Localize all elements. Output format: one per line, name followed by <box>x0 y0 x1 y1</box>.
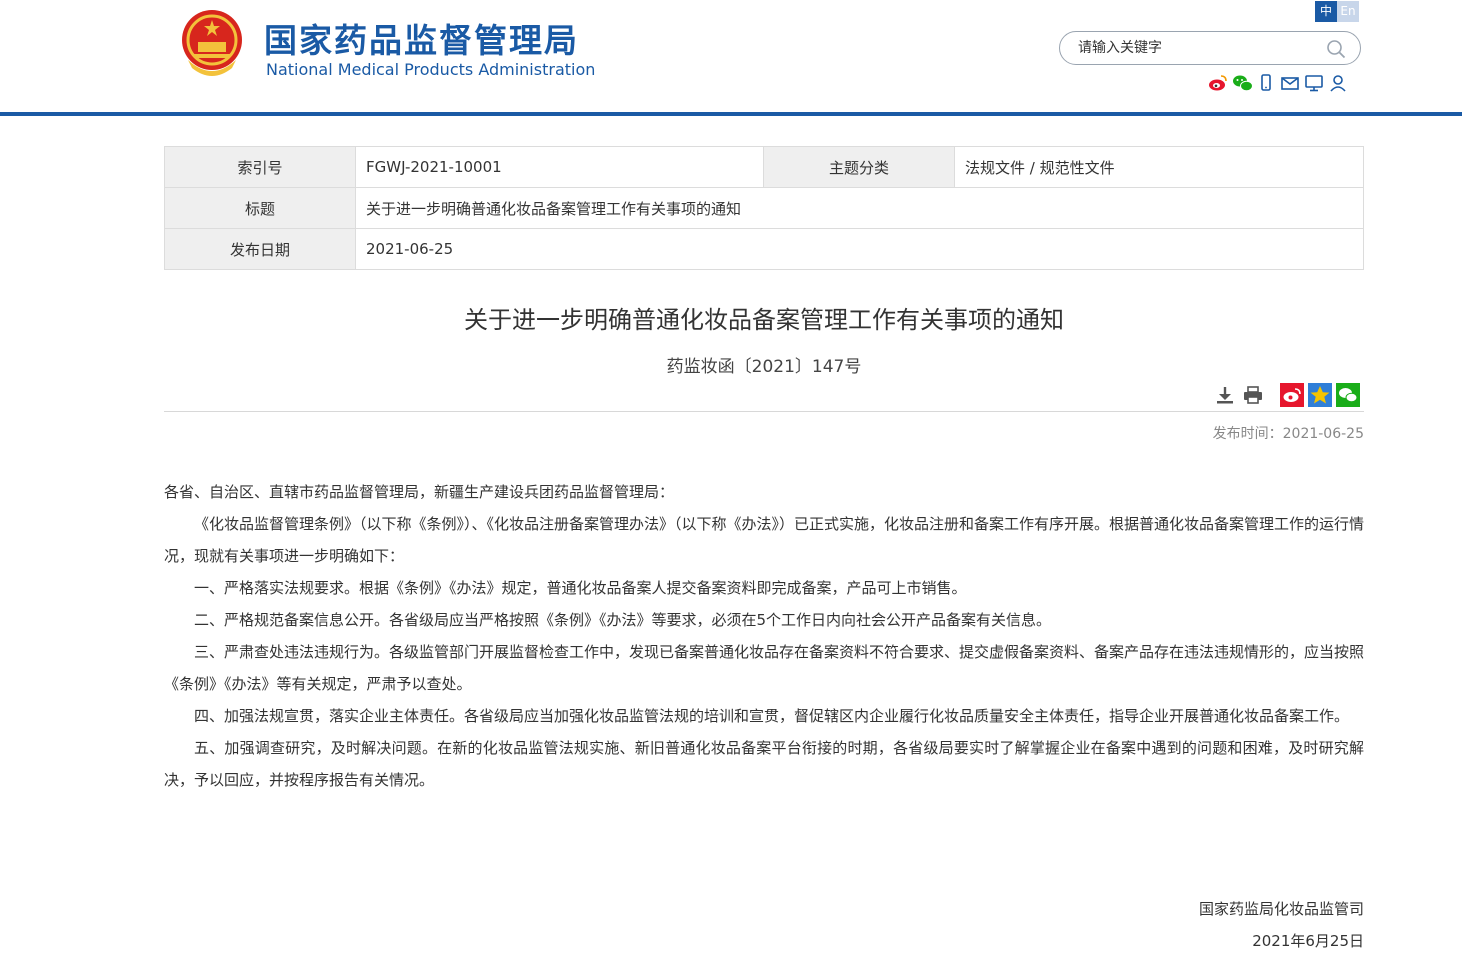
index-label: 索引号 <box>164 146 356 188</box>
paragraph: 一、严格落实法规要求。根据《条例》《办法》规定，普通化妆品备案人提交备案资料即完… <box>194 579 967 597</box>
paragraph: 三、严肃查处违法违规行为。各级监管部门开展监督检查工作中，发现已备案普通化妆品存… <box>164 643 1365 693</box>
national-emblem-icon[interactable] <box>178 8 246 78</box>
date-label: 发布日期 <box>164 228 356 270</box>
site-subtitle[interactable]: National Medical Products Administration <box>266 60 595 79</box>
share-wechat-icon[interactable] <box>1336 383 1360 407</box>
lang-en-button[interactable]: En <box>1337 1 1359 22</box>
salutation: 各省、自治区、直辖市药品监督管理局，新疆生产建设兵团药品监督管理局： <box>164 483 675 501</box>
table-row: 标题 关于进一步明确普通化妆品备案管理工作有关事项的通知 <box>164 187 1364 229</box>
weibo-icon[interactable] <box>1208 72 1228 94</box>
header-divider <box>0 112 1462 116</box>
search-input[interactable] <box>1078 38 1328 58</box>
article-body: 各省、自治区、直辖市药品监督管理局，新疆生产建设兵团药品监督管理局： 《化妆品监… <box>164 476 1364 796</box>
social-links <box>1208 72 1348 94</box>
topic-value: 法规文件 / 规范性文件 <box>954 146 1364 188</box>
date-value: 2021-06-25 <box>355 228 1364 270</box>
share-weibo-icon[interactable] <box>1280 383 1304 407</box>
document-number: 药监妆函〔2021〕147号 <box>666 357 862 377</box>
paragraph: 四、加强法规宣贯，落实企业主体责任。各省级局应当加强化妆品监管法规的培训和宣贯，… <box>194 707 1350 725</box>
sign-date: 2021年6月25日 <box>1252 932 1364 950</box>
site-header: 国家药品监督管理局 National Medical Products Admi… <box>0 0 1462 112</box>
monitor-icon[interactable] <box>1304 72 1324 94</box>
search-box <box>1059 31 1361 65</box>
title-value: 关于进一步明确普通化妆品备案管理工作有关事项的通知 <box>355 187 1364 229</box>
search-icon[interactable] <box>1326 39 1346 59</box>
lang-zh-button[interactable]: 中 <box>1315 1 1337 22</box>
site-title[interactable]: 国家药品监督管理局 <box>264 14 579 62</box>
table-row: 索引号 FGWJ-2021-10001 主题分类 法规文件 / 规范性文件 <box>164 146 1364 188</box>
signature-block: 国家药监局化妆品监管司 2021年6月25日 <box>1199 893 1364 957</box>
title-label: 标题 <box>164 187 356 229</box>
article-title: 关于进一步明确普通化妆品备案管理工作有关事项的通知 <box>464 306 1064 334</box>
index-value: FGWJ-2021-10001 <box>355 146 764 188</box>
issuing-office: 国家药监局化妆品监管司 <box>1198 900 1364 918</box>
wechat-icon[interactable] <box>1232 72 1253 94</box>
paragraph: 二、严格规范备案信息公开。各省级局应当严格按照《条例》《办法》等要求，必须在5个… <box>194 611 1052 629</box>
mobile-icon[interactable] <box>1256 72 1276 94</box>
article-toolbar <box>1214 383 1360 407</box>
divider <box>164 411 1364 412</box>
print-icon[interactable] <box>1242 383 1264 407</box>
mail-icon[interactable] <box>1280 72 1300 94</box>
user-icon[interactable] <box>1328 72 1348 94</box>
table-row: 发布日期 2021-06-25 <box>164 228 1364 270</box>
download-icon[interactable] <box>1214 383 1236 407</box>
publish-time: 发布时间：2021-06-25 <box>1212 426 1364 442</box>
share-qzone-icon[interactable] <box>1308 383 1332 407</box>
topic-label: 主题分类 <box>763 146 955 188</box>
document-info-table: 索引号 FGWJ-2021-10001 主题分类 法规文件 / 规范性文件 标题… <box>164 146 1364 270</box>
language-switch: 中 En <box>1315 1 1359 22</box>
paragraph: 五、加强调查研究，及时解决问题。在新的化妆品监管法规实施、新旧普通化妆品备案平台… <box>164 739 1364 789</box>
paragraph: 《化妆品监督管理条例》（以下称《条例》）、《化妆品注册备案管理办法》（以下称《办… <box>164 515 1365 565</box>
